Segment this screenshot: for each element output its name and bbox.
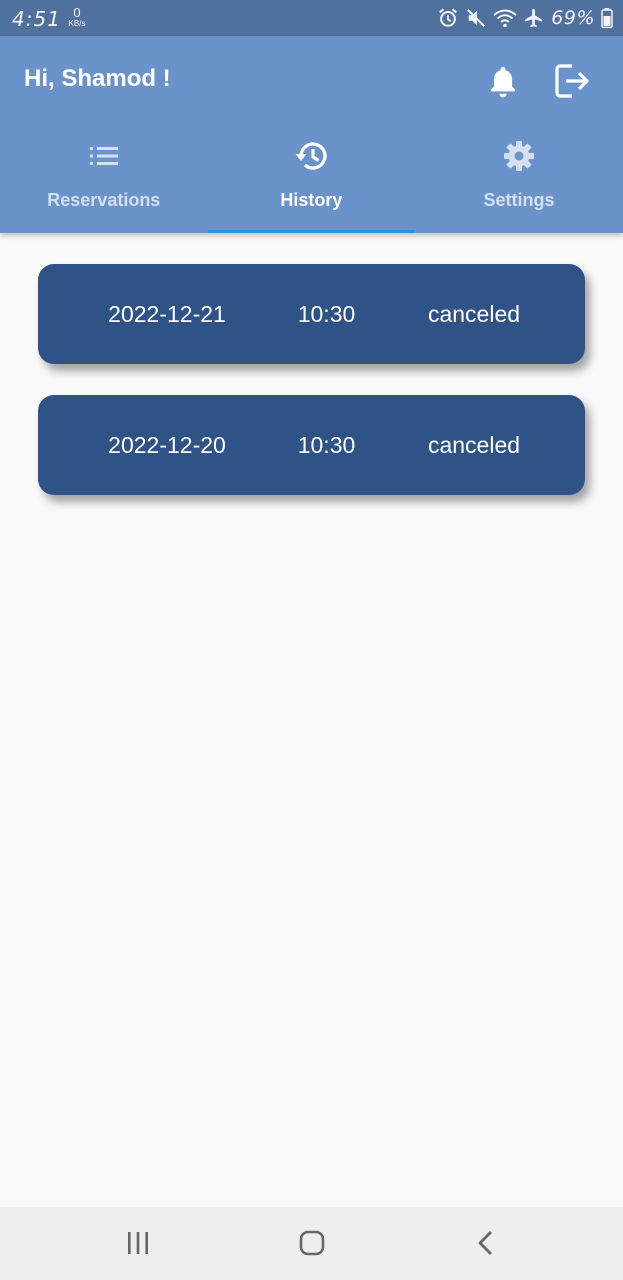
recents-button[interactable] xyxy=(118,1223,158,1263)
history-card[interactable]: 2022-12-20 10:30 canceled xyxy=(38,395,585,495)
network-speed-value: 0 xyxy=(73,5,81,20)
mute-icon xyxy=(465,7,487,29)
home-button[interactable] xyxy=(292,1223,332,1263)
app-bar: Hi, Shamod ! Reservations History Settin… xyxy=(0,36,623,233)
tab-history[interactable]: History xyxy=(207,132,416,233)
reservation-date: 2022-12-20 xyxy=(108,432,226,458)
system-nav-bar xyxy=(0,1207,623,1280)
list-icon xyxy=(89,147,118,165)
tab-label: Settings xyxy=(483,190,555,210)
battery-percent: 69% xyxy=(551,7,595,29)
network-speed: 0 KB/s xyxy=(64,6,90,28)
history-icon xyxy=(295,142,327,170)
status-icons: 69% xyxy=(437,6,613,30)
back-button[interactable] xyxy=(466,1223,506,1263)
history-list: 2022-12-21 10:30 canceled 2022-12-20 10:… xyxy=(38,264,585,526)
network-speed-unit: KB/s xyxy=(68,19,86,28)
status-bar: 4:51 0 KB/s 69% xyxy=(0,0,623,36)
back-icon xyxy=(478,1231,492,1255)
status-time: 4:51 xyxy=(12,7,61,31)
reservation-time: 10:30 xyxy=(297,432,356,458)
gear-icon xyxy=(503,141,534,171)
history-card[interactable]: 2022-12-21 10:30 canceled xyxy=(38,264,585,364)
wifi-icon xyxy=(493,7,517,29)
recents-icon xyxy=(128,1232,148,1254)
bell-icon xyxy=(490,67,516,98)
reservation-time: 10:30 xyxy=(297,301,356,327)
tab-bar: Reservations History Settings xyxy=(0,132,623,233)
logout-icon xyxy=(555,64,589,98)
reservation-status: canceled xyxy=(427,301,521,327)
reservation-date: 2022-12-21 xyxy=(108,301,226,327)
alarm-icon xyxy=(437,7,459,29)
tab-label: Reservations xyxy=(47,190,161,210)
greeting-title: Hi, Shamod ! xyxy=(24,65,171,92)
notifications-button[interactable] xyxy=(480,58,526,104)
battery-icon xyxy=(601,8,613,28)
airplane-icon xyxy=(523,7,545,29)
reservation-status: canceled xyxy=(427,432,521,458)
logout-button[interactable] xyxy=(550,58,596,104)
tab-settings[interactable]: Settings xyxy=(415,132,623,233)
tab-label: History xyxy=(280,190,343,210)
history-screen: 4:51 0 KB/s 69% Hi, Shamod ! Reservation… xyxy=(0,0,623,1280)
active-tab-indicator xyxy=(207,230,416,233)
home-icon xyxy=(299,1230,325,1256)
tab-reservations[interactable]: Reservations xyxy=(0,132,208,233)
